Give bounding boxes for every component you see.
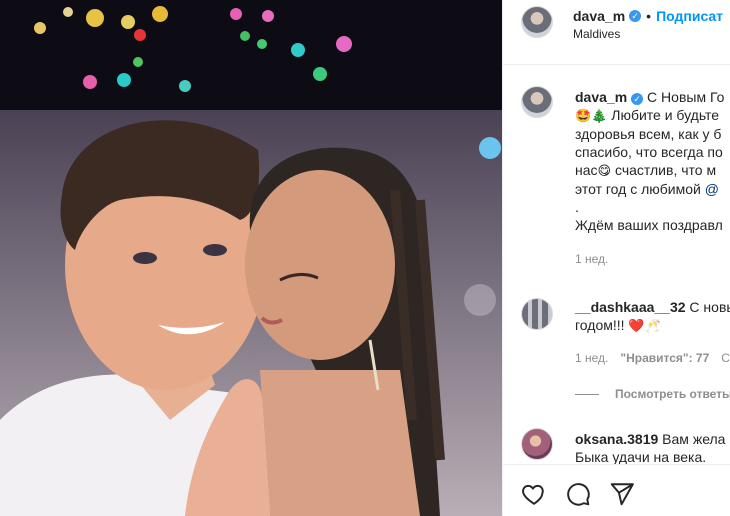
verified-badge-icon: ✓ bbox=[629, 10, 642, 22]
comment-icon[interactable] bbox=[565, 481, 591, 507]
caption-line-3: здоровья всем, как у б bbox=[575, 126, 722, 142]
couple-photo-illustration bbox=[0, 0, 502, 516]
comment-text: С новы bbox=[689, 299, 730, 315]
view-replies-button[interactable]: Посмотреть ответы bbox=[575, 387, 730, 401]
caption-line-8: Ждём ваших поздравл bbox=[575, 217, 723, 233]
reply-button[interactable]: С bbox=[721, 351, 730, 365]
replies-divider-line bbox=[575, 393, 599, 395]
commenter-username[interactable]: __dashkaaa__32 bbox=[575, 299, 686, 315]
view-replies-label: Посмотреть ответы bbox=[615, 387, 730, 401]
commenter-avatar[interactable] bbox=[521, 428, 553, 460]
author-username[interactable]: dava_m bbox=[573, 8, 625, 24]
comment-item: oksana.3819 Вам жела Быка удачи на века. bbox=[575, 430, 730, 466]
comment-text: годом!!! bbox=[575, 317, 629, 333]
commenter-avatar[interactable] bbox=[521, 298, 553, 330]
star-struck-tree-emoji-icon: 🤩🎄 bbox=[575, 108, 608, 123]
post-header: dava_m ✓ • Подписат Maldives bbox=[503, 0, 730, 65]
caption-line-5a: нас bbox=[575, 162, 598, 178]
separator-dot: • bbox=[646, 8, 652, 24]
yum-emoji-icon: 😋 bbox=[597, 163, 612, 178]
comment-time[interactable]: 1 нед. bbox=[575, 351, 608, 365]
verified-badge-icon: ✓ bbox=[631, 93, 644, 105]
caption-time[interactable]: 1 нед. bbox=[575, 252, 608, 266]
follow-button[interactable]: Подписат bbox=[656, 8, 723, 24]
author-line: dava_m ✓ • Подписат bbox=[573, 8, 723, 24]
post-location[interactable]: Maldives bbox=[573, 27, 620, 41]
paper-plane-icon[interactable] bbox=[609, 481, 635, 507]
caption-line-2: Любите и будьте bbox=[607, 107, 720, 123]
woman-figure bbox=[245, 147, 445, 516]
caption-line-7: . bbox=[575, 199, 579, 215]
heart-icon[interactable] bbox=[521, 481, 547, 507]
author-avatar[interactable] bbox=[521, 6, 553, 38]
comments-list[interactable]: dava_m ✓ С Новым Го 🤩🎄 Любите и будьте зд… bbox=[503, 64, 730, 466]
caption-line-4: спасибо, что всегда по bbox=[575, 144, 723, 160]
comment-likes-count[interactable]: "Нравится": 77 bbox=[620, 351, 709, 365]
caption-line-1: С Новым Го bbox=[647, 89, 725, 105]
commenter-username[interactable]: oksana.3819 bbox=[575, 431, 658, 447]
heart-champagne-emoji-icon: ❤️🥂 bbox=[628, 318, 661, 333]
caption-avatar[interactable] bbox=[521, 86, 553, 118]
caption-line-6: этот год с любимой bbox=[575, 181, 705, 197]
comment-text: Вам жела bbox=[658, 431, 726, 447]
caption-line-5b: счастлив, что м bbox=[611, 162, 717, 178]
post-sidebar: dava_m ✓ • Подписат Maldives dava_m ✓ С Н… bbox=[502, 0, 730, 516]
comment-item: __dashkaaa__32 С новы годом!!! ❤️🥂 1 нед… bbox=[575, 298, 730, 367]
post-actions-bar bbox=[503, 464, 730, 516]
caption-username[interactable]: dava_m bbox=[575, 89, 627, 105]
post-caption: dava_m ✓ С Новым Го 🤩🎄 Любите и будьте зд… bbox=[575, 88, 730, 268]
caption-mention-link[interactable]: @ bbox=[705, 181, 719, 197]
post-photo[interactable] bbox=[0, 0, 502, 516]
